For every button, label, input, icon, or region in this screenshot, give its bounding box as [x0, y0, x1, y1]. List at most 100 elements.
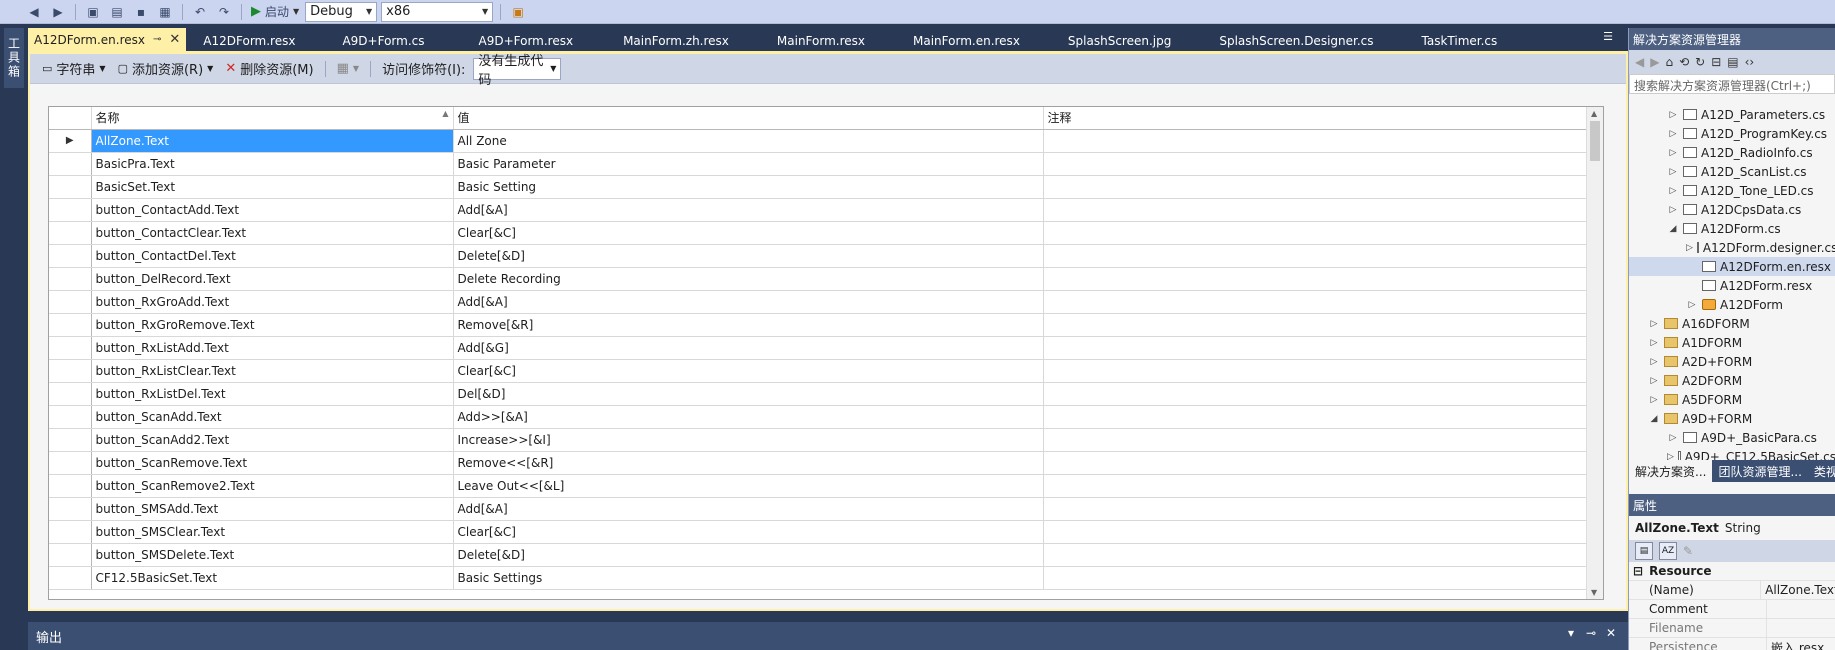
row-header[interactable] [49, 405, 92, 429]
configuration-select[interactable]: Debug ▼ [305, 1, 378, 22]
resource-name-cell[interactable]: button_SMSClear.Text [91, 520, 454, 544]
property-value[interactable]: AllZone.Text [1761, 583, 1835, 597]
tab-overflow-icon[interactable]: ☰ [1600, 30, 1616, 48]
table-row[interactable]: button_ContactClear.Text Clear[&C] [49, 221, 1589, 245]
tab-a12dform-en-resx[interactable]: A12DForm.en.resx ⊸ ✕ [28, 28, 187, 51]
table-row[interactable]: BasicPra.Text Basic Parameter [49, 152, 1589, 176]
close-icon[interactable]: ✕ [1606, 626, 1616, 640]
tab-a12dform-resx[interactable]: A12DForm.resx [186, 30, 312, 51]
table-row[interactable]: button_ScanAdd.Text Add>>[&A] [49, 405, 1589, 429]
strings-dropdown[interactable]: ▭ 字符串 ▼ [38, 58, 110, 80]
resource-value-cell[interactable]: Remove<<[&R] [453, 451, 1044, 475]
row-header[interactable] [49, 359, 92, 383]
tab-mainform-en-resx[interactable]: MainForm.en.resx [889, 30, 1044, 51]
row-header[interactable] [49, 175, 92, 199]
resource-comment-cell[interactable] [1043, 336, 1589, 360]
tab-mainform-resx[interactable]: MainForm.resx [753, 30, 889, 51]
resource-name-cell[interactable]: button_ScanAdd.Text [91, 405, 454, 429]
expand-toggle-icon[interactable]: ▷ [1667, 433, 1679, 443]
resource-value-cell[interactable]: Delete Recording [453, 267, 1044, 291]
row-header[interactable] [49, 566, 92, 590]
resource-value-cell[interactable]: Basic Setting [453, 175, 1044, 199]
resource-value-cell[interactable]: Clear[&C] [453, 221, 1044, 245]
toolbox-tab[interactable]: 工具箱 [4, 28, 24, 88]
tree-node[interactable]: ▷ A9D+_BasicPara.cs [1629, 428, 1835, 447]
tree-node[interactable]: ▷ A2DFORM [1629, 371, 1835, 390]
expand-toggle-icon[interactable]: ▷ [1648, 338, 1660, 348]
scroll-down-icon[interactable]: ▼ [1591, 588, 1597, 597]
resource-value-cell[interactable]: Basic Parameter [453, 152, 1044, 176]
properties-icon[interactable]: ▤ [1727, 55, 1738, 69]
row-header[interactable] [49, 497, 92, 521]
tab-a9dform-resx[interactable]: A9D+Form.resx [452, 30, 599, 51]
pin-icon[interactable]: ⊸ [153, 34, 161, 45]
table-row[interactable]: button_ScanAdd2.Text Increase>>[&I] [49, 428, 1589, 452]
expand-toggle-icon[interactable]: ▷ [1667, 148, 1679, 158]
resource-comment-cell[interactable] [1043, 267, 1589, 291]
resource-comment-cell[interactable] [1043, 405, 1589, 429]
home-icon[interactable]: ⌂ [1665, 55, 1673, 69]
resource-name-cell[interactable]: button_RxListDel.Text [91, 382, 454, 406]
save-icon[interactable]: ▪ [131, 2, 151, 22]
column-header-comment[interactable]: 注释 [1043, 107, 1589, 130]
tree-node[interactable]: ▷ A12DCpsData.cs [1629, 200, 1835, 219]
undo-icon[interactable]: ↶ [190, 2, 210, 22]
resource-comment-cell[interactable] [1043, 497, 1589, 521]
access-modifier-select[interactable]: 没有生成代码 ▼ [473, 54, 562, 88]
expand-toggle-icon[interactable]: ▷ [1648, 395, 1660, 405]
tree-node[interactable]: ▷ A1DFORM [1629, 333, 1835, 352]
resource-comment-cell[interactable] [1043, 474, 1589, 498]
row-header[interactable] [49, 290, 92, 314]
expand-toggle-icon[interactable]: ▷ [1667, 167, 1679, 177]
scroll-up-icon[interactable]: ▲ [1591, 109, 1597, 118]
tab-solution-explorer[interactable]: 解决方案资... [1629, 460, 1713, 482]
expand-toggle-icon[interactable]: ◢ [1648, 414, 1660, 424]
resource-comment-cell[interactable] [1043, 428, 1589, 452]
expand-toggle-icon[interactable]: ▷ [1667, 129, 1679, 139]
resource-name-cell[interactable]: button_RxGroRemove.Text [91, 313, 454, 337]
add-resource-button[interactable]: ▢ 添加资源(R) ▼ [114, 58, 218, 80]
resource-value-cell[interactable]: Del[&D] [453, 382, 1044, 406]
resource-comment-cell[interactable] [1043, 566, 1589, 590]
row-header[interactable] [49, 244, 92, 268]
resource-name-cell[interactable]: BasicPra.Text [91, 152, 454, 176]
expand-toggle-icon[interactable]: ▷ [1648, 319, 1660, 329]
tab-splashscreen-designer-cs[interactable]: SplashScreen.Designer.cs [1195, 30, 1397, 51]
resource-comment-cell[interactable] [1043, 175, 1589, 199]
tab-tasktimer-cs[interactable]: TaskTimer.cs [1398, 30, 1522, 51]
table-row[interactable]: button_RxListClear.Text Clear[&C] [49, 359, 1589, 383]
expand-toggle-icon[interactable]: ▷ [1648, 357, 1660, 367]
tree-node[interactable]: ▷ A5DFORM [1629, 390, 1835, 409]
resource-name-cell[interactable]: button_ScanRemove2.Text [91, 474, 454, 498]
row-header[interactable] [49, 543, 92, 567]
resource-value-cell[interactable]: Add[&A] [453, 290, 1044, 314]
tree-node[interactable]: ▷ A12DForm [1629, 295, 1835, 314]
tree-node[interactable]: ▷ A12D_ProgramKey.cs [1629, 124, 1835, 143]
expand-toggle-icon[interactable]: ▷ [1686, 243, 1693, 253]
table-row[interactable]: button_DelRecord.Text Delete Recording [49, 267, 1589, 291]
resource-name-cell[interactable]: AllZone.Text [91, 129, 454, 153]
resource-name-cell[interactable]: button_RxListClear.Text [91, 359, 454, 383]
property-row[interactable]: Filename [1629, 618, 1835, 638]
expand-toggle-icon[interactable]: ▷ [1686, 300, 1698, 310]
resource-name-cell[interactable]: BasicSet.Text [91, 175, 454, 199]
tree-node[interactable]: ◢ A9D+FORM [1629, 409, 1835, 428]
property-row[interactable]: Persistence 嵌入.resx [1629, 637, 1835, 650]
categorized-icon[interactable]: ▤ [1635, 542, 1653, 560]
open-file-icon[interactable]: ▤ [107, 2, 127, 22]
tree-node[interactable]: ▷ A12D_RadioInfo.cs [1629, 143, 1835, 162]
tree-node[interactable]: ▷ A12D_Parameters.cs [1629, 105, 1835, 124]
resource-comment-cell[interactable] [1043, 313, 1589, 337]
resource-value-cell[interactable]: Add[&A] [453, 198, 1044, 222]
resource-value-cell[interactable]: Delete[&D] [453, 244, 1044, 268]
row-header[interactable] [49, 152, 92, 176]
platform-select[interactable]: x86 ▼ [381, 1, 494, 22]
tab-a9dform-cs[interactable]: A9D+Form.cs [312, 30, 452, 51]
resource-name-cell[interactable]: button_ContactClear.Text [91, 221, 454, 245]
table-row[interactable]: button_ContactDel.Text Delete[&D] [49, 244, 1589, 268]
resource-name-cell[interactable]: button_DelRecord.Text [91, 267, 454, 291]
expand-toggle-icon[interactable]: ◢ [1667, 224, 1679, 234]
resource-comment-cell[interactable] [1043, 451, 1589, 475]
vertical-scrollbar[interactable]: ▲ ▼ [1586, 107, 1603, 599]
remove-resource-button[interactable]: ✕ 删除资源(M) [221, 58, 317, 80]
